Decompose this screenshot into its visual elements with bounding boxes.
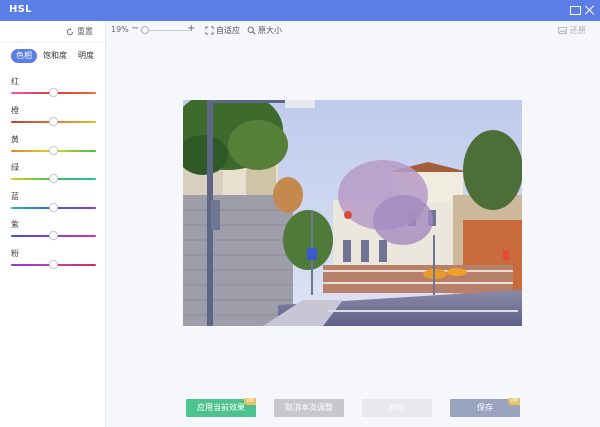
- slider-yellow: 黄: [11, 135, 97, 155]
- restore-label: 还原: [570, 26, 586, 35]
- actual-size-button[interactable]: 原大小: [247, 25, 282, 36]
- zoom-in-button[interactable]: +: [187, 23, 195, 34]
- slider-label: 红: [11, 77, 19, 86]
- adjust-panel: 重置 色相 饱和度 明度 红 橙 黄 绿 蓝 紫 粉: [0, 21, 106, 427]
- slider-label: 黄: [11, 135, 19, 144]
- slider-knob[interactable]: [49, 231, 58, 240]
- fit-label: 自适应: [216, 26, 240, 35]
- save-label: 保存: [477, 403, 493, 412]
- apply-effect-button[interactable]: 应用当前效果 VIP: [186, 398, 256, 417]
- slider-label: 蓝: [11, 192, 19, 201]
- image-icon: [558, 26, 567, 35]
- close-icon[interactable]: [584, 4, 596, 16]
- cancel-adjust-button[interactable]: 取消本次调整: [274, 399, 344, 417]
- slider-knob[interactable]: [49, 203, 58, 212]
- slider-label: 橙: [11, 106, 19, 115]
- slider-label: 绿: [11, 163, 19, 172]
- reset-icon: [66, 27, 74, 35]
- slider-green: 绿: [11, 163, 97, 183]
- slider-pink: 粉: [11, 249, 97, 269]
- cancel-adjust-label: 取消本次调整: [285, 403, 333, 412]
- zoom-percent: 19%: [111, 25, 129, 34]
- apply-effect-label: 应用当前效果: [197, 403, 245, 412]
- tab-lightness[interactable]: 明度: [73, 49, 99, 63]
- slider-knob[interactable]: [49, 174, 58, 183]
- view-toolbar: 19% − + 自适应 原大小 还原: [106, 21, 600, 40]
- slider-label: 紫: [11, 220, 19, 229]
- save-button[interactable]: 保存 VIP: [450, 398, 520, 417]
- fit-icon: [205, 26, 214, 35]
- zoom-out-button[interactable]: −: [131, 23, 139, 34]
- slider-label: 粉: [11, 249, 19, 258]
- magnifier-icon: [247, 26, 256, 35]
- divider: [0, 42, 106, 43]
- slider-knob[interactable]: [49, 117, 58, 126]
- slider-knob[interactable]: [49, 88, 58, 97]
- slider-knob[interactable]: [49, 260, 58, 269]
- slider-knob[interactable]: [49, 146, 58, 155]
- photo-preview: [183, 100, 522, 326]
- slider-red: 红: [11, 77, 97, 97]
- compare-button[interactable]: 对比: [362, 399, 432, 417]
- restore-button[interactable]: 还原: [558, 25, 586, 36]
- tab-saturation[interactable]: 饱和度: [38, 49, 72, 63]
- street-photo: [183, 100, 522, 326]
- title-bar: HSL: [0, 0, 600, 21]
- mode-tabs: 色相 饱和度 明度: [11, 49, 100, 63]
- reset-label: 重置: [77, 27, 93, 36]
- window-title: HSL: [9, 4, 32, 15]
- compare-label: 对比: [389, 403, 405, 412]
- vip-badge: VIP: [508, 398, 520, 405]
- slider-orange: 橙: [11, 106, 97, 126]
- vip-badge: VIP: [244, 398, 256, 405]
- zoom-slider-knob[interactable]: [141, 26, 149, 34]
- slider-blue: 蓝: [11, 192, 97, 212]
- tab-hue[interactable]: 色相: [11, 49, 37, 63]
- slider-purple: 紫: [11, 220, 97, 240]
- actual-size-label: 原大小: [258, 26, 282, 35]
- reset-button[interactable]: 重置: [66, 26, 93, 37]
- maximize-icon[interactable]: [569, 4, 581, 16]
- fit-button[interactable]: 自适应: [205, 25, 240, 36]
